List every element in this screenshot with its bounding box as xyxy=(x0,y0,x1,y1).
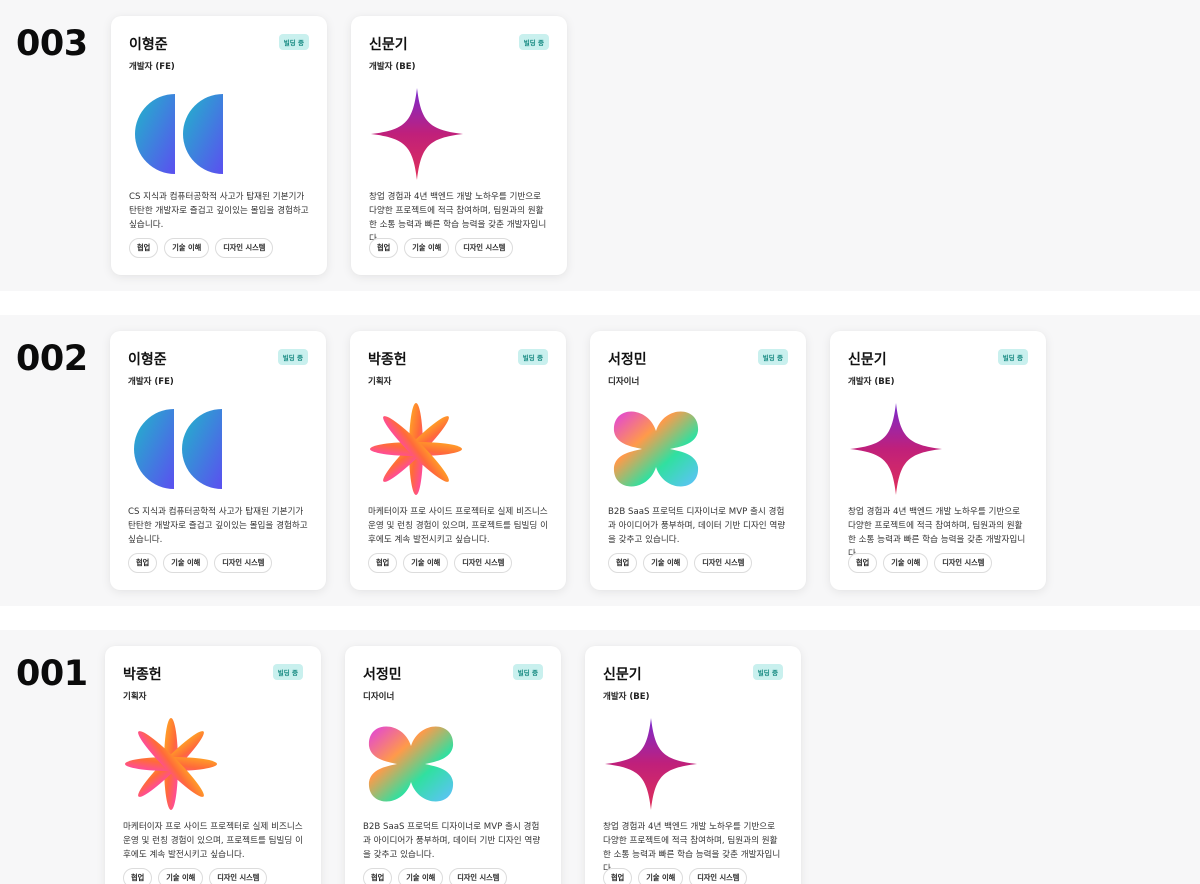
tag-list: 협업 기술 이해 디자인 시스템 xyxy=(603,868,748,884)
skill-tag[interactable]: 디자인 시스템 xyxy=(449,868,508,884)
skill-tag[interactable]: 협업 xyxy=(368,553,398,573)
flower-petals-icon xyxy=(368,401,464,497)
tag-list: 협업 기술 이해 디자인 시스템 xyxy=(608,553,753,573)
status-badge: 빌딩 중 xyxy=(512,664,543,680)
member-role: 디자이너 xyxy=(363,692,395,702)
member-role: 개발자 (FE) xyxy=(128,377,174,387)
member-description: CS 지식과 컴퓨터공학적 사고가 탑재된 기본기가 탄탄한 개발자로 즐겁고 … xyxy=(129,192,309,230)
member-card[interactable]: 박종헌 기획자 빌딩 중 마케터이자 프로 사이드 프로젝터로 실제 비즈니스 운영 … xyxy=(105,646,321,884)
tag-list: 협업 기술 이해 디자인 시스템 xyxy=(368,553,513,573)
clover-blob-icon xyxy=(363,716,459,812)
member-role: 개발자 (BE) xyxy=(369,62,416,72)
skill-tag[interactable]: 디자인 시스템 xyxy=(209,868,268,884)
status-badge: 빌딩 중 xyxy=(518,34,549,50)
skill-tag[interactable]: 디자인 시스템 xyxy=(455,238,514,258)
skill-tag[interactable]: 협업 xyxy=(123,868,153,884)
batch-section-001: 001 박종헌 기획자 빌딩 중 마케터이자 프로 사이드 프로젝터로 실제 비즈니스 … xyxy=(0,630,1200,884)
clover-blob-icon xyxy=(608,401,704,497)
sparkle-star-icon xyxy=(603,716,699,812)
batch-section-002: 002 이형준 개발자 (FE) 빌딩 중 CS 지식과 컴퓨터공학적 사고가 탑재된 … xyxy=(0,315,1200,606)
member-role: 개발자 (BE) xyxy=(603,692,650,702)
skill-tag[interactable]: 디자인 시스템 xyxy=(694,553,753,573)
skill-tag[interactable]: 기술 이해 xyxy=(398,868,444,884)
skill-tag[interactable]: 기술 이해 xyxy=(403,553,449,573)
batch-number: 001 xyxy=(16,654,88,694)
member-description: 마케터이자 프로 사이드 프로젝터로 실제 비즈니스 운영 및 런칭 경험이 있… xyxy=(368,507,548,545)
status-badge: 빌딩 중 xyxy=(272,664,303,680)
sparkle-star-icon xyxy=(369,86,465,182)
half-circles-icon xyxy=(129,86,225,182)
status-badge: 빌딩 중 xyxy=(278,34,309,50)
member-card[interactable]: 신문기 개발자 (BE) 빌딩 중 창업 경험과 4년 백엔드 개발 노하우를 기반으… xyxy=(585,646,801,884)
member-description: 마케터이자 프로 사이드 프로젝터로 실제 비즈니스 운영 및 런칭 경험이 있… xyxy=(123,822,303,860)
skill-tag[interactable]: 디자인 시스템 xyxy=(689,868,748,884)
skill-tag[interactable]: 기술 이해 xyxy=(164,238,210,258)
member-card[interactable]: 서정민 디자이너 빌딩 중 B2B SaaS 프로덕트 디자이너로 MVP 출시 경험… xyxy=(590,331,806,590)
batch-section-003: 003 이형준 개발자 (FE) 빌딩 중 CS 지식과 컴퓨터공학적 사고가 탑재된 … xyxy=(0,0,1200,291)
tag-list: 협업 기술 이해 디자인 시스템 xyxy=(369,238,514,258)
skill-tag[interactable]: 기술 이해 xyxy=(158,868,204,884)
tag-list: 협업 기술 이해 디자인 시스템 xyxy=(363,868,508,884)
skill-tag[interactable]: 협업 xyxy=(603,868,633,884)
member-card[interactable]: 신문기 개발자 (BE) 빌딩 중 창업 경험과 4년 백엔드 개발 노하우를 기반으… xyxy=(830,331,1046,590)
skill-tag[interactable]: 협업 xyxy=(608,553,638,573)
sparkle-star-icon xyxy=(848,401,944,497)
batch-number: 003 xyxy=(16,24,88,64)
tag-list: 협업 기술 이해 디자인 시스템 xyxy=(128,553,273,573)
skill-tag[interactable]: 협업 xyxy=(369,238,399,258)
member-role: 기획자 xyxy=(368,377,392,387)
member-card[interactable]: 박종헌 기획자 빌딩 중 마케터이자 프로 사이드 프로젝터로 실제 비즈니스 운영 … xyxy=(350,331,566,590)
member-description: CS 지식과 컴퓨터공학적 사고가 탑재된 기본기가 탄탄한 개발자로 즐겁고 … xyxy=(128,507,308,545)
half-circles-icon xyxy=(128,401,224,497)
member-role: 개발자 (BE) xyxy=(848,377,895,387)
member-role: 디자이너 xyxy=(608,377,640,387)
member-card[interactable]: 서정민 디자이너 빌딩 중 B2B SaaS 프로덕트 디자이너로 MVP 출시 경험… xyxy=(345,646,561,884)
member-description: B2B SaaS 프로덕트 디자이너로 MVP 출시 경험과 아이디어가 풍부하… xyxy=(363,822,541,860)
tag-list: 협업 기술 이해 디자인 시스템 xyxy=(123,868,268,884)
skill-tag[interactable]: 협업 xyxy=(848,553,878,573)
skill-tag[interactable]: 협업 xyxy=(128,553,158,573)
member-card[interactable]: 신문기 개발자 (BE) 빌딩 중 창업 경험과 4년 백엔드 개발 노하우를 기반으… xyxy=(351,16,567,275)
status-badge: 빌딩 중 xyxy=(517,349,548,365)
skill-tag[interactable]: 기술 이해 xyxy=(163,553,209,573)
flower-petals-icon xyxy=(123,716,219,812)
tag-list: 협업 기술 이해 디자인 시스템 xyxy=(129,238,274,258)
skill-tag[interactable]: 기술 이해 xyxy=(883,553,929,573)
status-badge: 빌딩 중 xyxy=(277,349,308,365)
member-card[interactable]: 이형준 개발자 (FE) 빌딩 중 CS 지식과 컴퓨터공학적 사고가 탑재된 기본기… xyxy=(111,16,327,275)
member-description: B2B SaaS 프로덕트 디자이너로 MVP 출시 경험과 아이디어가 풍부하… xyxy=(608,507,786,545)
tag-list: 협업 기술 이해 디자인 시스템 xyxy=(848,553,993,573)
member-role: 기획자 xyxy=(123,692,147,702)
skill-tag[interactable]: 디자인 시스템 xyxy=(454,553,513,573)
skill-tag[interactable]: 기술 이해 xyxy=(643,553,689,573)
batch-number: 002 xyxy=(16,339,88,379)
member-role: 개발자 (FE) xyxy=(129,62,175,72)
status-badge: 빌딩 중 xyxy=(757,349,788,365)
skill-tag[interactable]: 협업 xyxy=(363,868,393,884)
skill-tag[interactable]: 디자인 시스템 xyxy=(214,553,273,573)
skill-tag[interactable]: 디자인 시스템 xyxy=(215,238,274,258)
skill-tag[interactable]: 디자인 시스템 xyxy=(934,553,993,573)
skill-tag[interactable]: 기술 이해 xyxy=(638,868,684,884)
skill-tag[interactable]: 협업 xyxy=(129,238,159,258)
member-card[interactable]: 이형준 개발자 (FE) 빌딩 중 CS 지식과 컴퓨터공학적 사고가 탑재된 기본기… xyxy=(110,331,326,590)
status-badge: 빌딩 중 xyxy=(752,664,783,680)
skill-tag[interactable]: 기술 이해 xyxy=(404,238,450,258)
status-badge: 빌딩 중 xyxy=(997,349,1028,365)
